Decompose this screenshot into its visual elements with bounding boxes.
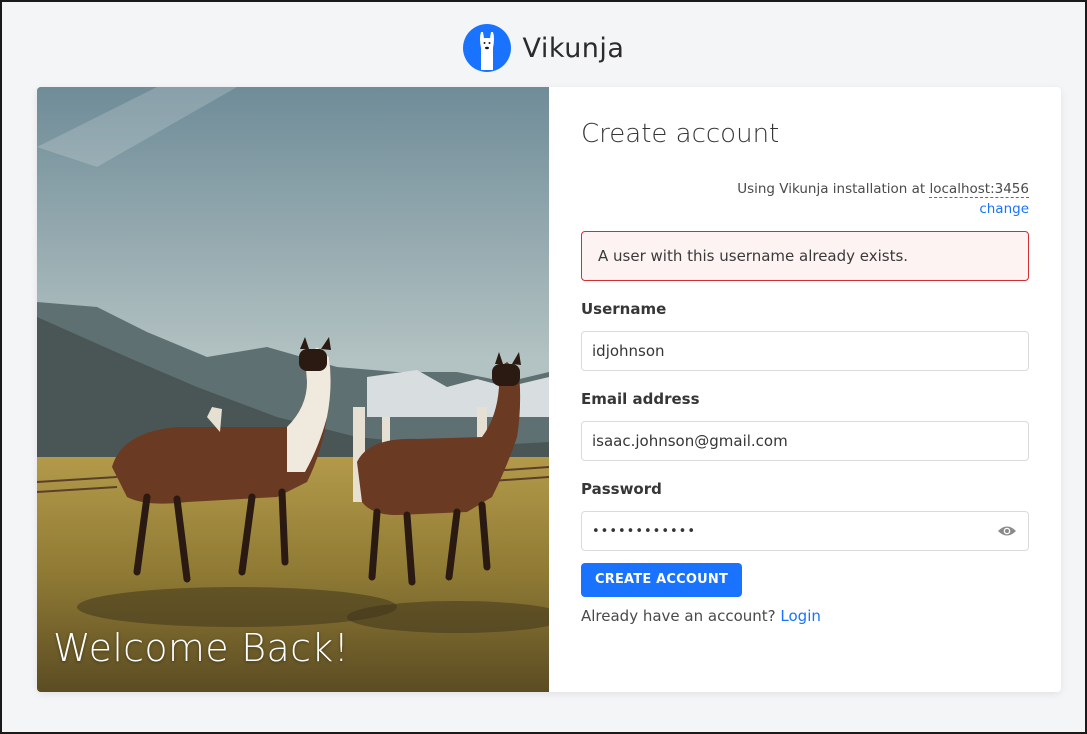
error-message: A user with this username already exists…	[581, 231, 1029, 281]
create-account-button[interactable]: CREATE ACCOUNT	[581, 563, 743, 597]
header-logo: Vikunja	[2, 20, 1085, 76]
brand-name: Vikunja	[522, 32, 625, 64]
email-value: isaac.johnson@gmail.com	[592, 432, 788, 450]
page-title: Create account	[581, 119, 780, 149]
login-prompt: Already have an account? Login	[581, 607, 1029, 625]
username-value: idjohnson	[592, 342, 665, 360]
login-prompt-text: Already have an account?	[581, 607, 776, 625]
welcome-heading: Welcome Back!	[53, 626, 350, 670]
install-prefix: Using Vikunja installation at	[737, 181, 926, 197]
username-field[interactable]: idjohnson	[581, 331, 1029, 371]
password-value: ••••••••••••	[592, 523, 697, 539]
llama-logo-icon	[462, 24, 511, 72]
email-field[interactable]: isaac.johnson@gmail.com	[581, 421, 1029, 461]
username-label: Username	[581, 300, 667, 318]
eye-icon[interactable]	[996, 520, 1018, 542]
email-label: Email address	[581, 390, 700, 408]
change-install-link[interactable]: change	[581, 199, 1029, 219]
password-label: Password	[581, 480, 662, 498]
auth-card: Welcome Back! Create account Using Vikun…	[37, 87, 1061, 692]
install-info: Using Vikunja installation at localhost:…	[581, 179, 1029, 219]
signup-form: Create account Using Vikunja installatio…	[549, 87, 1061, 692]
password-field[interactable]: ••••••••••••	[581, 511, 1029, 551]
install-host: localhost:3456	[929, 181, 1029, 198]
login-link[interactable]: Login	[780, 607, 820, 625]
hero-image: Welcome Back!	[37, 87, 549, 692]
